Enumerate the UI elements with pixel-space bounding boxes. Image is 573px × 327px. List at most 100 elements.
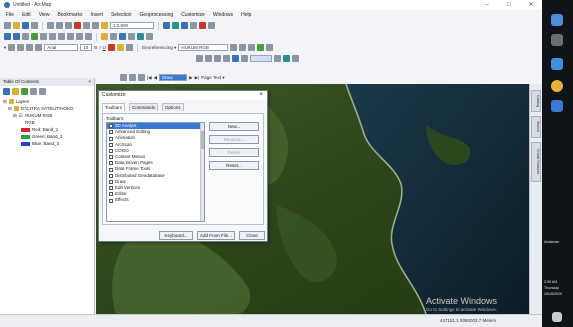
create-features-tab[interactable]: Create Features <box>531 142 541 182</box>
fixed-zoom-icon[interactable] <box>40 33 47 40</box>
viewer-window-icon[interactable] <box>146 33 153 40</box>
zoom-out-icon[interactable] <box>13 33 20 40</box>
close-button[interactable]: Close <box>239 231 265 240</box>
next-page-button[interactable]: ▶ <box>189 75 192 81</box>
catalog-tab[interactable]: Catalog <box>531 90 541 112</box>
checkbox[interactable] <box>109 124 113 129</box>
tab-toolbars[interactable]: Toolbars <box>102 103 126 111</box>
label-combo[interactable]: Draw Label <box>159 74 188 85</box>
html-popup-icon[interactable] <box>110 33 117 40</box>
layer-selector-combo[interactable] <box>250 55 272 62</box>
tab-commands[interactable]: Commands <box>129 103 159 111</box>
list-by-selection-icon[interactable] <box>30 87 37 95</box>
pan-icon[interactable] <box>22 33 29 40</box>
redo-icon[interactable] <box>92 22 99 29</box>
paste-icon[interactable] <box>65 22 72 29</box>
checkbox[interactable] <box>109 130 113 135</box>
toc-close-button[interactable]: × <box>88 78 91 86</box>
rotate-georef-icon[interactable] <box>230 44 238 51</box>
effects-icon[interactable] <box>292 55 299 62</box>
map-icon[interactable] <box>274 55 281 62</box>
rotate-icon[interactable] <box>17 44 25 51</box>
next-extent-icon[interactable] <box>58 33 65 40</box>
add-data-icon[interactable] <box>101 22 108 29</box>
checkbox[interactable] <box>109 167 113 172</box>
hyperlink-icon[interactable] <box>101 33 108 40</box>
font-size-combo[interactable]: 10 <box>80 44 93 51</box>
keyboard-button[interactable]: Keyboard... <box>159 231 193 240</box>
close-window-button[interactable]: ✕ <box>520 0 542 10</box>
map-scale-combo[interactable]: 1:2,500 <box>110 22 154 29</box>
italic-button[interactable]: I <box>99 45 100 50</box>
raster-icon[interactable] <box>283 55 290 62</box>
georeferencing-menu[interactable]: Georeferencing ▾ <box>142 45 177 51</box>
bold-button[interactable]: B <box>94 45 97 50</box>
find-icon[interactable] <box>119 33 126 40</box>
histogram-icon[interactable] <box>214 55 221 62</box>
viewer-icon[interactable] <box>266 44 274 51</box>
list-by-visibility-icon[interactable] <box>21 87 28 95</box>
menu-selection[interactable]: Selection <box>111 12 132 18</box>
undo-icon[interactable] <box>83 22 90 29</box>
contrast-icon[interactable] <box>223 55 230 62</box>
search-window-icon[interactable] <box>190 22 197 29</box>
cut-icon[interactable] <box>47 22 54 29</box>
font-combo[interactable]: Arial <box>44 44 79 51</box>
scroll-thumb[interactable] <box>201 131 204 149</box>
add-control-points-icon[interactable] <box>248 44 256 51</box>
rename-toolbar-button[interactable]: Rename... <box>209 135 259 144</box>
select-elements-icon[interactable] <box>8 44 16 51</box>
notifications-icon[interactable] <box>552 312 562 322</box>
collapse-icon[interactable]: ⊟ <box>3 98 7 105</box>
underline-button[interactable]: U <box>103 45 106 50</box>
go-to-xy-icon[interactable] <box>128 33 135 40</box>
chrome-icon[interactable] <box>551 80 563 92</box>
toc-window-icon[interactable] <box>172 22 179 29</box>
checkbox[interactable] <box>109 186 113 191</box>
identify-icon[interactable] <box>76 33 83 40</box>
menu-windows[interactable]: Windows <box>213 12 233 18</box>
search-tab[interactable]: Search <box>531 116 541 138</box>
tree-node-layers[interactable]: ⊟ Layers <box>3 98 91 105</box>
delete-icon[interactable] <box>74 22 81 29</box>
copy-icon[interactable] <box>56 22 63 29</box>
list-scrollbar[interactable] <box>200 123 204 221</box>
line-color-icon[interactable] <box>125 44 133 51</box>
tree-node-raster[interactable]: ⊟ ☑ HUKUM RGB <box>3 112 91 119</box>
menu-file[interactable]: File <box>6 12 14 18</box>
checkbox[interactable] <box>109 142 113 147</box>
checkbox[interactable] <box>109 192 113 197</box>
menu-edit[interactable]: Edit <box>22 12 31 18</box>
catalog-window-icon[interactable] <box>181 22 188 29</box>
first-page-button[interactable]: |◀ <box>147 75 152 81</box>
last-page-button[interactable]: ▶| <box>195 75 200 81</box>
minimize-button[interactable]: – <box>476 0 498 10</box>
visibility-checkbox[interactable]: ☑ <box>19 112 23 119</box>
page-text-menu[interactable]: Page Text ▾ <box>201 75 224 81</box>
list-by-source-icon[interactable] <box>12 87 19 95</box>
text-icon[interactable] <box>35 44 43 51</box>
layout-pan-icon[interactable] <box>129 74 136 81</box>
edge-browser-icon[interactable] <box>551 58 563 70</box>
shift-georef-icon[interactable] <box>239 44 247 51</box>
layout-zoom-full-icon[interactable] <box>138 74 145 81</box>
collapse-icon[interactable]: ⊟ <box>8 105 12 112</box>
search-icon[interactable] <box>551 34 563 46</box>
rectangle-icon[interactable] <box>26 44 34 51</box>
drawing-label[interactable]: ▾ <box>4 45 6 51</box>
delete-toolbar-button[interactable]: Delete <box>209 148 259 157</box>
layout-zoom-icon[interactable] <box>120 74 127 81</box>
full-extent-icon[interactable] <box>31 33 38 40</box>
tree-node-folder[interactable]: ⊟ D:\CITRA SATELIT\HOKO <box>3 105 91 112</box>
toc-options-icon[interactable] <box>39 87 46 95</box>
maximize-button[interactable]: □ <box>498 0 520 10</box>
editor-toolbar-icon[interactable] <box>163 22 170 29</box>
print-icon[interactable] <box>31 22 38 29</box>
tab-options[interactable]: Options <box>162 103 184 111</box>
flicker-icon[interactable] <box>205 55 212 62</box>
open-icon[interactable] <box>13 22 20 29</box>
checkbox[interactable] <box>109 161 113 166</box>
new-map-icon[interactable] <box>4 22 11 29</box>
time-slider-icon[interactable] <box>137 33 144 40</box>
font-color-icon[interactable] <box>107 44 115 51</box>
